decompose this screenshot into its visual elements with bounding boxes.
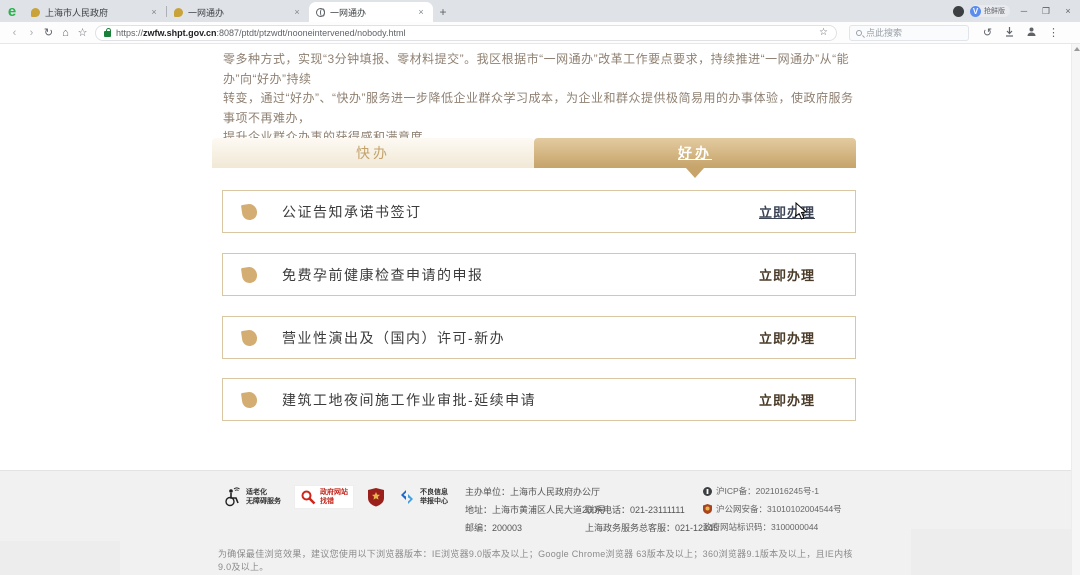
v-badge-icon: V (970, 6, 981, 17)
titlebar-circle-icon[interactable] (953, 6, 964, 17)
tab-title: 一网通办 (188, 6, 287, 19)
find-error-logo[interactable]: 政府网站找错 (294, 485, 354, 509)
service-title: 建筑工地夜间施工作业审批-延续申请 (282, 390, 536, 410)
footer-org-info: 主办单位：上海市人民政府办公厅 地址：上海市黄浦区人民大道200号联系电话：02… (465, 483, 718, 537)
address-bar[interactable]: https://zwfw.shpt.gov.cn:8087/ptdt/ptzwd… (95, 25, 837, 41)
forward-icon[interactable]: › (23, 27, 40, 39)
apply-now-link[interactable]: 立即办理 (759, 265, 815, 284)
sponsor-line: 主办单位：上海市人民政府办公厅 (465, 483, 718, 501)
footer-icp-info: 沪ICP备：2021016245号-1 沪公网安备：31010102004544… (703, 482, 842, 536)
browser-recommendation-notice: 为确保最佳浏览效果，建议您使用以下浏览器版本：IE浏览器9.0版本及以上；Goo… (218, 547, 863, 573)
version-badge[interactable]: V 抢鲜版 (970, 5, 1010, 17)
service-row[interactable]: 公证告知承诺书签订 立即办理 (222, 190, 856, 233)
hotline-line: 上海政务服务总客服：021-12345 (585, 523, 718, 533)
service-tabs: 快办 好办 (212, 138, 856, 168)
service-row[interactable]: 免费孕前健康检查申请的申报 立即办理 (222, 253, 856, 296)
apply-now-link[interactable]: 立即办理 (759, 328, 815, 347)
gov-emblem-favicon (174, 8, 183, 17)
icp-number[interactable]: 沪ICP备：2021016245号-1 (716, 482, 819, 500)
tab-label: 好办 (678, 143, 712, 163)
tab-title: 一网通办 (330, 6, 411, 19)
tab-haoban-active[interactable]: 好办 (534, 138, 856, 168)
search-box[interactable]: 点此搜索 (849, 25, 969, 41)
url-scheme: https:// (116, 28, 143, 38)
search-icon (856, 30, 862, 36)
service-row[interactable]: 营业性演出及（国内）许可-新办 立即办理 (222, 316, 856, 359)
active-tab-pointer (686, 168, 704, 178)
intro-line: 零多种方式，实现“3分钟填报、零材料提交”。我区根据市“一网通办”改革工作要点要… (223, 50, 859, 89)
blue-diamond-icon (398, 488, 416, 506)
download-icon[interactable] (1003, 26, 1016, 40)
intro-line: 转变，通过“好办”、“快办”服务进一步降低企业群众学习成本，为企业和群众提供极简… (223, 89, 859, 128)
version-badge-label: 抢鲜版 (984, 6, 1005, 16)
undo-icon[interactable]: ↺ (981, 26, 994, 39)
leaf-bullet-icon (241, 391, 258, 409)
icp-badge-icon (703, 487, 712, 496)
red-shield-icon (367, 487, 385, 507)
accessibility-logo[interactable]: 适老化无障碍服务 (222, 487, 281, 507)
page-footer: 适老化无障碍服务 政府网站找错 不良信息举报中心 主办单位：上海市人民政府办公厅… (0, 470, 1071, 575)
user-avatar-icon[interactable] (1025, 26, 1038, 40)
browser-tab-1[interactable]: 上海市人民政府 × (24, 2, 166, 22)
close-tab-icon[interactable]: × (416, 7, 426, 17)
close-tab-icon[interactable]: × (292, 7, 302, 17)
restore-button[interactable]: ❐ (1038, 6, 1054, 17)
tab-strip: e 上海市人民政府 × 一网通办 × 一网通办 × + V 抢鲜版 ─ ❐ × (0, 0, 1080, 22)
browser-logo-icon[interactable]: e (0, 2, 24, 22)
browser-tab-3-active[interactable]: 一网通办 × (309, 2, 433, 22)
red-magnifier-icon (300, 489, 316, 505)
bookmark-star-icon[interactable]: ☆ (819, 27, 828, 38)
address-line: 地址：上海市黄浦区人民大道200号 (465, 501, 585, 519)
reload-icon[interactable]: ↻ (40, 26, 57, 39)
close-tab-icon[interactable]: × (149, 7, 159, 17)
secure-lock-icon (104, 31, 111, 37)
leaf-bullet-icon (241, 266, 258, 284)
browser-tab-2[interactable]: 一网通办 × (167, 2, 309, 22)
home-icon[interactable]: ⌂ (57, 27, 74, 39)
apply-now-link[interactable]: 立即办理 (759, 390, 815, 409)
tab-title: 上海市人民政府 (45, 6, 144, 19)
leaf-bullet-icon (241, 329, 258, 347)
security-number[interactable]: 沪公网安备：31010102004544号 (716, 500, 842, 518)
back-icon[interactable]: ‹ (6, 27, 23, 39)
new-tab-button[interactable]: + (433, 5, 453, 19)
leaf-bullet-icon (241, 203, 258, 221)
globe-favicon (316, 8, 325, 17)
report-center-logo[interactable]: 不良信息举报中心 (398, 488, 448, 506)
tab-label: 快办 (356, 143, 390, 163)
browser-toolbar: ‹ › ↻ ⌂ ☆ https://zwfw.shpt.gov.cn:8087/… (0, 22, 1080, 44)
close-window-button[interactable]: × (1060, 6, 1076, 16)
scroll-up-arrow-icon[interactable] (1074, 47, 1080, 51)
wheelchair-icon (222, 487, 242, 507)
minimize-button[interactable]: ─ (1016, 6, 1032, 16)
skyline-graphic (911, 529, 1071, 575)
gov-emblem-favicon (31, 8, 40, 17)
browser-window: e 上海市人民政府 × 一网通办 × 一网通办 × + V 抢鲜版 ─ ❐ × (0, 0, 1080, 575)
gov-shield-logo[interactable] (367, 487, 385, 507)
favorites-star-icon[interactable]: ☆ (74, 26, 91, 39)
tab-kuaiban[interactable]: 快办 (212, 138, 534, 168)
service-row[interactable]: 建筑工地夜间施工作业审批-延续申请 立即办理 (222, 378, 856, 421)
menu-icon[interactable]: ⋮ (1047, 26, 1060, 39)
footer-logos: 适老化无障碍服务 政府网站找错 不良信息举报中心 (222, 485, 448, 509)
zip-line: 邮编：200003 (465, 519, 585, 537)
intro-paragraph: 零多种方式，实现“3分钟填报、零材料提交”。我区根据市“一网通办”改革工作要点要… (223, 50, 859, 148)
toolbar-right-icons: ↺ ⋮ (981, 26, 1060, 40)
url-host: zwfw.shpt.gov.cn (143, 28, 217, 38)
skyline-graphic (0, 541, 120, 575)
site-code: 政府网站标识码：3100000044 (703, 518, 818, 536)
url-path: :8087/ptdt/ptzwdt/nooneintervened/nobody… (217, 28, 406, 38)
tel-line: 联系电话：021-23111111 (585, 505, 685, 515)
search-placeholder: 点此搜索 (866, 26, 902, 39)
service-title: 营业性演出及（国内）许可-新办 (282, 328, 505, 348)
service-title: 免费孕前健康检查申请的申报 (282, 265, 484, 285)
police-badge-icon (703, 504, 712, 514)
window-controls: V 抢鲜版 ─ ❐ × (953, 0, 1076, 22)
service-title: 公证告知承诺书签订 (282, 202, 422, 222)
page-content: 零多种方式，实现“3分钟填报、零材料提交”。我区根据市“一网通办”改革工作要点要… (0, 44, 1080, 575)
page-scrollbar[interactable] (1071, 44, 1080, 575)
mouse-cursor (795, 202, 808, 225)
